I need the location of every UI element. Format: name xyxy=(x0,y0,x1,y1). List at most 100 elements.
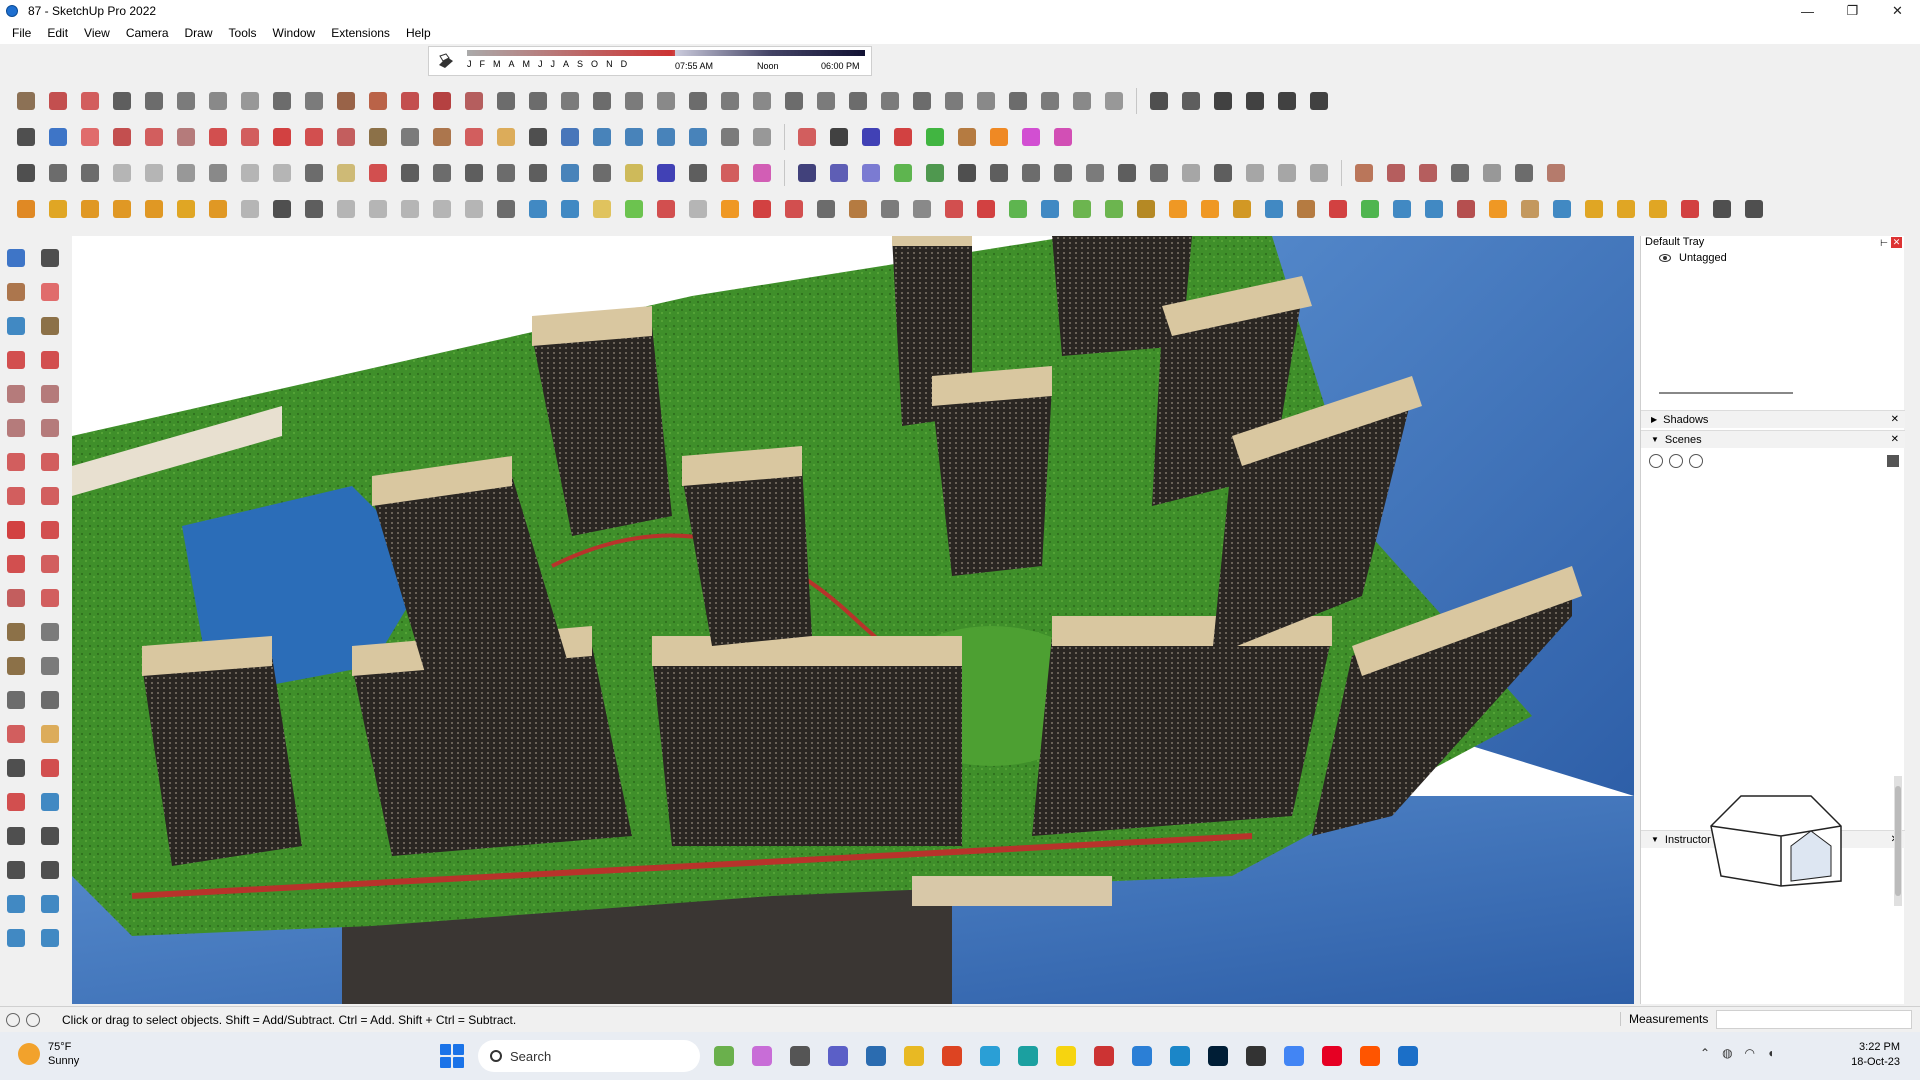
walk-tool-icon[interactable] xyxy=(2,856,32,886)
menu-draw[interactable]: Draw xyxy=(177,26,221,40)
slice-icon[interactable] xyxy=(428,87,456,115)
opera-icon[interactable] xyxy=(936,1040,968,1072)
shaded-textures-icon[interactable] xyxy=(268,159,296,187)
wall-icon[interactable] xyxy=(588,87,616,115)
sketchup-active-icon[interactable] xyxy=(1392,1040,1424,1072)
sun-icon[interactable] xyxy=(12,195,40,223)
display-section-icon[interactable] xyxy=(364,159,392,187)
texture-6-icon[interactable] xyxy=(1510,159,1538,187)
plane-4-icon[interactable] xyxy=(620,195,648,223)
text-tool-icon[interactable] xyxy=(396,123,424,151)
tool-d-icon[interactable] xyxy=(1484,195,1512,223)
house-left-icon[interactable] xyxy=(1273,87,1301,115)
texture-5-icon[interactable] xyxy=(1478,159,1506,187)
zoom-icon[interactable] xyxy=(524,123,552,151)
menu-tools[interactable]: Tools xyxy=(221,26,265,40)
circle-tool-icon[interactable] xyxy=(2,414,32,444)
oval-icon[interactable] xyxy=(492,159,520,187)
followme-tool-icon[interactable] xyxy=(36,550,66,580)
orbit-tool-icon[interactable] xyxy=(2,720,32,750)
area-light-icon[interactable] xyxy=(140,195,168,223)
scene-options-icon[interactable] xyxy=(1887,455,1899,467)
geo-location-icon[interactable] xyxy=(6,1012,20,1027)
sandbox-tool-3-icon[interactable] xyxy=(2,924,32,954)
render-icon[interactable] xyxy=(268,195,296,223)
text-label-icon[interactable] xyxy=(36,652,66,682)
tool-a-icon[interactable] xyxy=(1388,195,1416,223)
weather-widget[interactable]: 75°F Sunny xyxy=(18,1040,79,1068)
section-plane-icon[interactable] xyxy=(748,123,776,151)
solid-inspector-icon[interactable] xyxy=(1068,87,1096,115)
line-tool-icon[interactable] xyxy=(108,87,136,115)
flag-icon[interactable] xyxy=(812,195,840,223)
tool-b-icon[interactable] xyxy=(1420,195,1448,223)
tape-measure-icon[interactable] xyxy=(364,123,392,151)
refresh-icon[interactable] xyxy=(1113,159,1141,187)
menu-camera[interactable]: Camera xyxy=(118,26,177,40)
scale-icon[interactable] xyxy=(332,123,360,151)
component-icon[interactable] xyxy=(2,312,32,342)
extension-warehouse-icon[interactable] xyxy=(1177,87,1205,115)
stairs-icon[interactable] xyxy=(492,87,520,115)
add-scene-icon[interactable] xyxy=(1669,454,1683,468)
blue-x-icon[interactable] xyxy=(1036,195,1064,223)
menu-view[interactable]: View xyxy=(76,26,118,40)
pan-icon[interactable] xyxy=(492,123,520,151)
app-teal-icon[interactable] xyxy=(1012,1040,1044,1072)
dimension-tool-icon[interactable] xyxy=(36,618,66,648)
minimize-button[interactable]: — xyxy=(1785,0,1830,22)
chain-icon[interactable] xyxy=(876,195,904,223)
loft-icon[interactable] xyxy=(300,87,328,115)
stamp-icon[interactable] xyxy=(684,123,712,151)
triangle-green-icon[interactable] xyxy=(1068,195,1096,223)
tool-g-icon[interactable] xyxy=(1580,195,1608,223)
tool-l-icon[interactable] xyxy=(1740,195,1768,223)
zoom-window-icon[interactable] xyxy=(12,123,40,151)
monochrome-icon[interactable] xyxy=(300,159,328,187)
tool-h-icon[interactable] xyxy=(1612,195,1640,223)
scene-update-icon[interactable] xyxy=(1273,159,1301,187)
circle-icon[interactable] xyxy=(396,159,424,187)
shaded-icon[interactable] xyxy=(236,159,264,187)
joint-push-pull-icon[interactable] xyxy=(140,87,168,115)
follow-me-tool-icon[interactable] xyxy=(236,123,264,151)
previous-view-icon[interactable] xyxy=(36,788,66,818)
texture-4-icon[interactable] xyxy=(1446,159,1474,187)
color-swap-icon[interactable] xyxy=(748,159,776,187)
paint-icon[interactable] xyxy=(2,278,32,308)
tree-icon[interactable] xyxy=(1356,195,1384,223)
smoove-icon[interactable] xyxy=(652,123,680,151)
material-3-icon[interactable] xyxy=(396,195,424,223)
taskbar-search[interactable]: Search xyxy=(478,1040,700,1072)
zoom-tool-icon[interactable] xyxy=(2,754,32,784)
red-grid-icon[interactable] xyxy=(780,195,808,223)
right-view-icon[interactable] xyxy=(921,123,949,151)
shadows-panel-header[interactable]: ▶ Shadows ✕ xyxy=(1641,410,1905,428)
array-icon[interactable] xyxy=(908,87,936,115)
magnet-icon[interactable] xyxy=(1324,195,1352,223)
tag-icon[interactable] xyxy=(36,312,66,342)
scene-add-icon[interactable] xyxy=(1241,159,1269,187)
tool-f-icon[interactable] xyxy=(1548,195,1576,223)
door-tool-icon[interactable] xyxy=(652,87,680,115)
3d-text-icon[interactable] xyxy=(36,686,66,716)
layout-icon[interactable] xyxy=(1177,159,1205,187)
plane-2-icon[interactable] xyxy=(556,195,584,223)
house-right-icon[interactable] xyxy=(1305,87,1333,115)
component-replace-icon[interactable] xyxy=(1100,87,1128,115)
follow-me-icon[interactable] xyxy=(364,87,392,115)
look-around-tool-icon[interactable] xyxy=(36,822,66,852)
close-button[interactable]: ✕ xyxy=(1875,0,1920,22)
close-icon[interactable]: ✕ xyxy=(1891,434,1899,445)
shield-icon[interactable] xyxy=(1017,159,1045,187)
roof-icon[interactable] xyxy=(524,87,552,115)
arc-tool-icon[interactable] xyxy=(2,448,32,478)
bend-icon[interactable] xyxy=(204,87,232,115)
fence-icon[interactable] xyxy=(556,87,584,115)
wifi-icon[interactable]: ◠ xyxy=(1745,1046,1755,1060)
remove-scene-icon[interactable] xyxy=(1689,454,1703,468)
ellipse-icon[interactable] xyxy=(460,159,488,187)
hook-orange-icon[interactable] xyxy=(1164,195,1192,223)
push-red-icon[interactable] xyxy=(793,123,821,151)
task-view-icon[interactable] xyxy=(784,1040,816,1072)
